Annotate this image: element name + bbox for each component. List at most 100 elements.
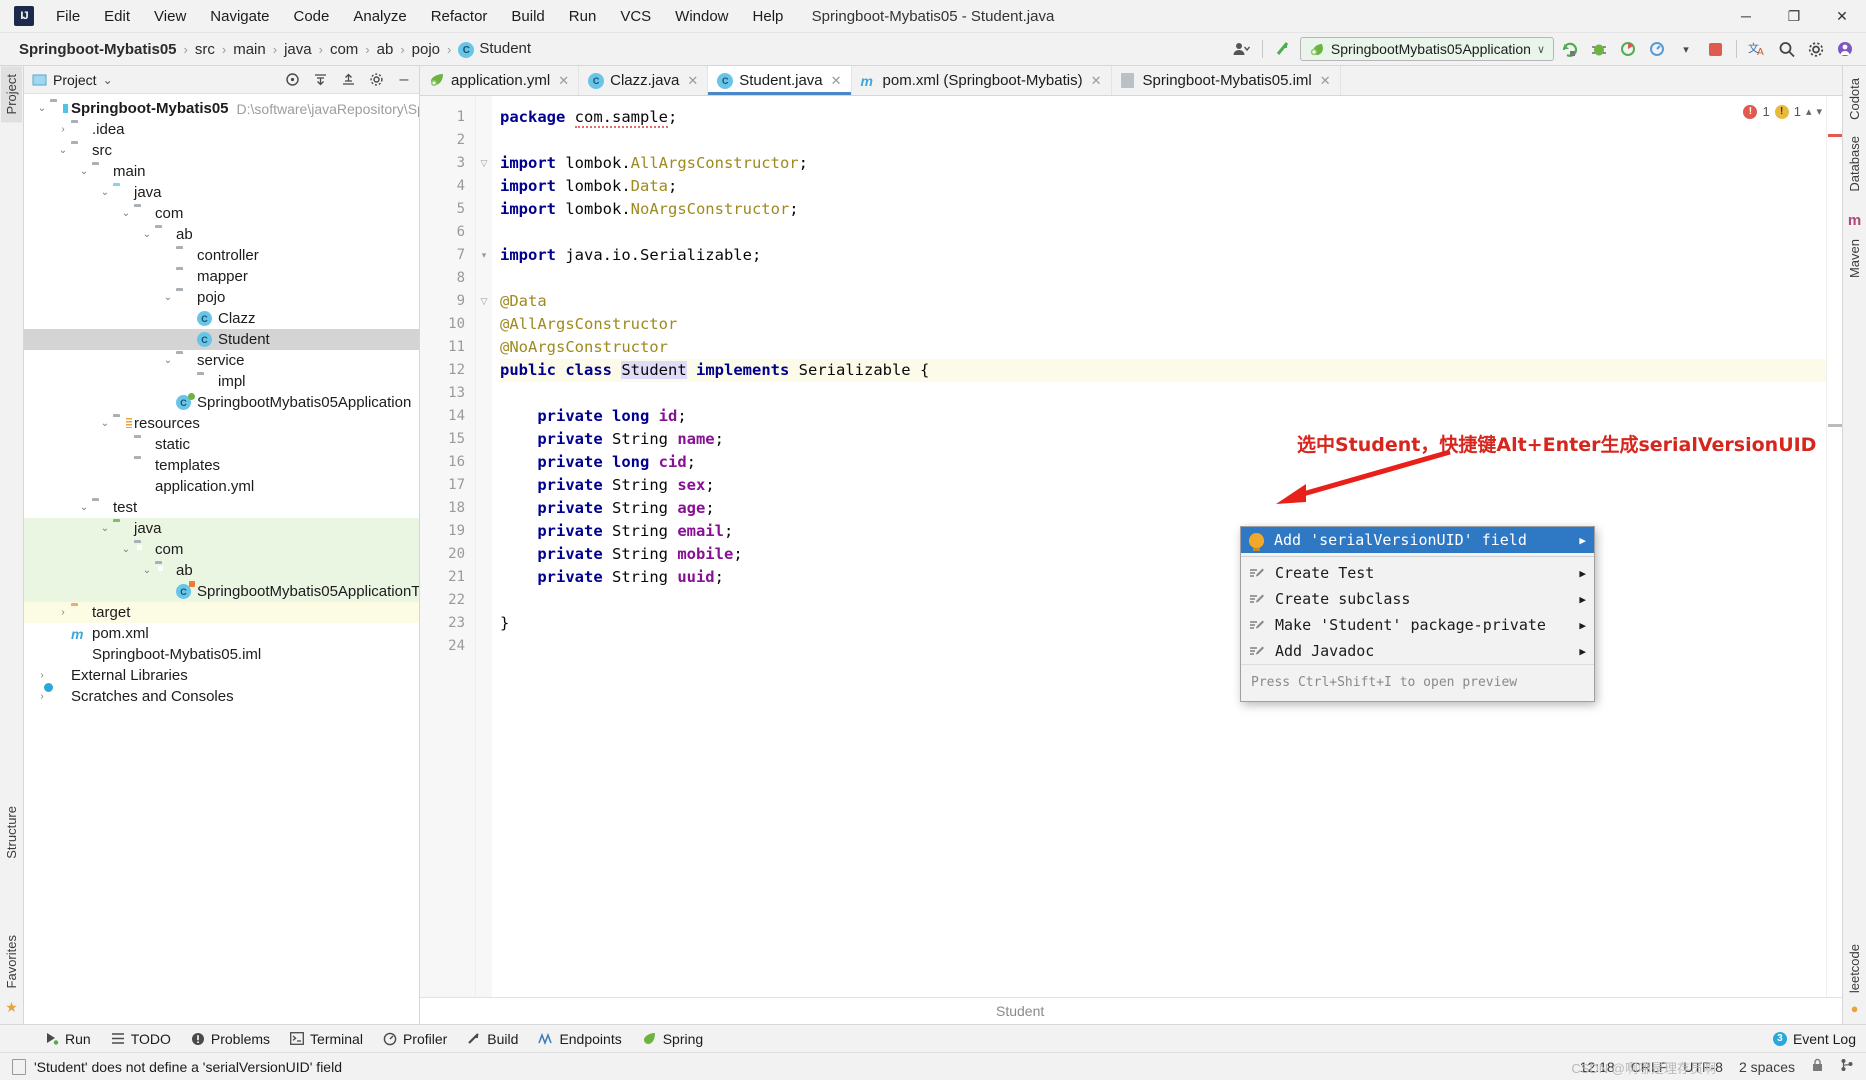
expand-all-icon[interactable] [311,71,329,89]
menu-edit[interactable]: Edit [92,4,142,29]
menu-view[interactable]: View [142,4,198,29]
tree-node-springbootmybatis05application[interactable]: C SpringbootMybatis05Application [24,392,419,413]
menu-navigate[interactable]: Navigate [198,4,281,29]
popup-item-create-subclass[interactable]: Create subclass ▶ [1241,586,1594,612]
sidebar-item-project[interactable]: Project [1,66,22,123]
sidebar-item-maven[interactable]: Maven [1844,231,1865,286]
fold-marker[interactable] [476,221,492,244]
editor-tab-bar[interactable]: application.yml ✕ C Clazz.java ✕ C Student.jav… [420,66,1842,96]
event-log-button[interactable]: 3 Event Log [1772,1031,1856,1047]
close-icon[interactable]: ✕ [1091,73,1102,89]
popup-item-make-package-private[interactable]: Make 'Student' package-private ▶ [1241,612,1594,638]
chevron-down-icon[interactable]: ▾ [1816,105,1822,118]
debug-icon[interactable] [1586,37,1612,61]
tool-window-endpoints[interactable]: Endpoints [529,1028,630,1050]
breadcrumb-src[interactable]: src [190,39,220,60]
sidebar-item-leetcode[interactable]: leetcode [1844,936,1865,1001]
menu-build[interactable]: Build [499,4,556,29]
breadcrumb-pojo[interactable]: pojo [407,39,445,60]
breadcrumb-project[interactable]: Springboot-Mybatis05 [14,39,182,60]
editor-breadcrumb[interactable]: Student [420,997,1842,1024]
chevron-up-icon[interactable]: ▴ [1806,105,1812,118]
tree-expand-arrow[interactable]: ⌄ [97,523,113,534]
tree-expand-arrow[interactable]: ⌄ [160,355,176,366]
tree-expand-arrow[interactable]: ⌄ [118,208,134,219]
error-marker[interactable] [1828,134,1842,137]
coverage-icon[interactable] [1615,37,1641,61]
tree-node-ab[interactable]: ⌄ ab [24,224,419,245]
fold-marker-import[interactable]: ▾ [476,244,492,267]
tree-node-mapper[interactable]: mapper [24,266,419,287]
fold-marker-class[interactable]: ▽ [476,290,492,313]
warning-marker[interactable] [1828,424,1842,427]
menu-vcs[interactable]: VCS [608,4,663,29]
menu-analyze[interactable]: Analyze [341,4,418,29]
tree-node-controller[interactable]: controller [24,245,419,266]
close-icon[interactable]: ✕ [831,73,842,89]
updates-icon[interactable] [1271,37,1297,61]
tool-window-terminal[interactable]: Terminal [281,1028,372,1050]
breadcrumb-main[interactable]: main [228,39,271,60]
menu-code[interactable]: Code [281,4,341,29]
account-icon[interactable] [1832,37,1858,61]
tree-expand-arrow[interactable]: › [55,607,71,618]
user-avatar-icon[interactable] [1228,37,1254,61]
tool-window-build[interactable]: Build [458,1028,527,1050]
tree-expand-arrow[interactable]: ⌄ [55,145,71,156]
maximize-button[interactable]: ❐ [1770,0,1818,33]
tree-node-student[interactable]: C Student [24,329,419,350]
fold-marker[interactable] [476,267,492,290]
editor-tab-pom-xml-springboot-mybatis-[interactable]: m pom.xml (Springboot-Mybatis) ✕ [852,66,1112,95]
fold-marker[interactable] [476,198,492,221]
close-button[interactable]: ✕ [1818,0,1866,33]
editor-tab-clazz-java[interactable]: C Clazz.java ✕ [579,66,709,95]
editor-tab-application-yml[interactable]: application.yml ✕ [420,66,580,95]
editor-tab-springboot-mybatis05-iml[interactable]: Springboot-Mybatis05.iml ✕ [1112,66,1341,95]
tree-expand-arrow[interactable]: ⌄ [97,418,113,429]
tree-node-com[interactable]: ⌄ com [24,539,419,560]
menu-file[interactable]: File [44,4,92,29]
popup-item-create-test[interactable]: Create Test ▶ [1241,560,1594,586]
close-icon[interactable]: ✕ [558,73,569,89]
tree-expand-arrow[interactable]: ⌄ [139,229,155,240]
code-folding-gutter[interactable]: ▽ ▾ ▽ [476,96,492,997]
tree-expand-arrow[interactable]: ⌄ [118,544,134,555]
settings-gear-icon[interactable] [1803,37,1829,61]
collapse-all-icon[interactable] [339,71,357,89]
close-icon[interactable]: ✕ [687,73,698,89]
minimize-button[interactable]: ─ [1722,0,1770,33]
tool-window-profiler[interactable]: Profiler [374,1028,456,1050]
rerun-icon[interactable] [1557,37,1583,61]
menu-refactor[interactable]: Refactor [419,4,500,29]
tree-node-ab[interactable]: ⌄ ab [24,560,419,581]
search-icon[interactable] [1774,37,1800,61]
tree-node-pojo[interactable]: ⌄ pojo [24,287,419,308]
tree-node-scratches-and-consoles[interactable]: › Scratches and Consoles [24,686,419,707]
fold-marker[interactable] [476,175,492,198]
tree-expand-arrow[interactable]: › [34,670,50,681]
branch-icon[interactable] [1840,1058,1854,1075]
tree-node-external-libraries[interactable]: › External Libraries [24,665,419,686]
menu-help[interactable]: Help [741,4,796,29]
editor-tab-student-java[interactable]: C Student.java ✕ [708,66,852,95]
fold-marker[interactable] [476,106,492,129]
tree-node-test[interactable]: ⌄ test [24,497,419,518]
tree-node--idea[interactable]: › .idea [24,119,419,140]
tree-node-static[interactable]: static [24,434,419,455]
tree-node-java[interactable]: ⌄ java [24,182,419,203]
fold-marker[interactable] [476,129,492,152]
lock-icon[interactable] [1811,1058,1824,1075]
tool-window-todo[interactable]: TODO [102,1028,180,1050]
tree-expand-arrow[interactable]: ⌄ [139,565,155,576]
tree-expand-arrow[interactable]: ⌄ [76,502,92,513]
breadcrumb-student[interactable]: C Student [453,38,536,61]
hide-panel-icon[interactable]: ‒ [395,71,413,89]
locate-icon[interactable] [283,71,301,89]
tree-expand-arrow[interactable]: ⌄ [76,166,92,177]
project-tree[interactable]: ⌄ Springboot-Mybatis05 D:\software\javaRep… [24,94,419,1024]
tree-node-target[interactable]: › target [24,602,419,623]
tree-expand-arrow[interactable]: ⌄ [34,103,50,114]
run-configuration-selector[interactable]: SpringbootMybatis05Application ∨ [1299,37,1554,61]
chevron-down-icon[interactable]: ▾ [1673,37,1699,61]
code-editor[interactable]: 1 2 3 4 5 6 7 8 9 10 11 12 13 14 15 16 17 18 19 20 21 22 23 24 … [420,96,1842,997]
